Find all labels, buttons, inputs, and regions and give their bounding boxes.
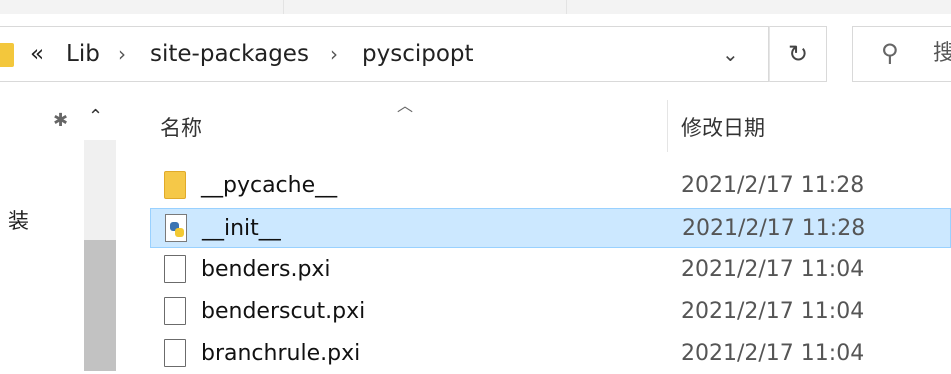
file-row-selected[interactable]: __init__ 2021/2/17 11:28 [150,208,951,248]
chevron-right-icon[interactable]: › [330,40,338,68]
sort-ascending-icon: ︿ [397,96,414,115]
nav-item-label[interactable]: 装 [8,205,29,235]
file-name: branchrule.pxi [201,341,361,366]
file-name: __pycache__ [201,173,338,198]
chevron-down-icon[interactable]: ⌄ [722,40,739,68]
nav-scrollbar-thumb[interactable] [84,240,116,371]
breadcrumb-site-packages[interactable]: site-packages [150,40,309,68]
file-date: 2021/2/17 11:28 [681,173,865,198]
folder-icon [0,43,14,67]
file-date: 2021/2/17 11:04 [681,257,865,282]
file-icon [164,339,186,367]
breadcrumb-lib[interactable]: Lib [66,40,100,68]
file-icon [164,297,186,325]
chevron-up-icon[interactable]: ⌃ [88,106,103,127]
search-input[interactable]: ⚲ 搜 [852,26,951,82]
file-row[interactable]: benders.pxi 2021/2/17 11:04 [150,250,951,290]
search-icon: ⚲ [881,39,899,67]
file-name: benders.pxi [201,257,331,282]
search-placeholder: 搜 [933,41,951,66]
strip-divider [283,0,284,14]
file-row[interactable]: branchrule.pxi 2021/2/17 11:04 [150,334,951,374]
strip-divider [566,0,567,14]
file-name: benderscut.pxi [201,299,366,324]
file-date: 2021/2/17 11:28 [682,216,866,241]
python-file-icon [165,214,187,242]
overflow-chevron[interactable]: « [30,40,44,68]
file-date: 2021/2/17 11:04 [681,299,865,324]
file-row[interactable]: benderscut.pxi 2021/2/17 11:04 [150,292,951,332]
file-name: __init__ [202,216,281,241]
top-strip [0,0,951,14]
column-divider[interactable] [667,100,668,152]
file-date: 2021/2/17 11:04 [681,341,865,366]
refresh-button[interactable]: ↻ [769,26,827,82]
chevron-right-icon[interactable]: › [118,40,126,68]
column-header-date-modified[interactable]: 修改日期 [681,112,765,142]
folder-icon [164,171,186,199]
column-header-name[interactable]: 名称 [160,112,202,142]
file-row[interactable]: __pycache__ 2021/2/17 11:28 [150,166,951,206]
pin-icon[interactable]: ✱ [53,110,68,131]
address-bar[interactable]: « Lib › site-packages › pyscipopt ⌄ [0,26,769,82]
breadcrumb-pyscipopt[interactable]: pyscipopt [362,40,474,68]
file-icon [164,255,186,283]
